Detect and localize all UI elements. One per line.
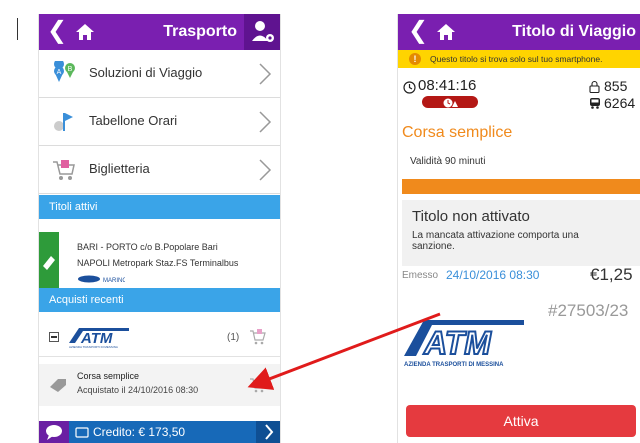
recent-group-atm[interactable]: ATM AZIENDA TRASPORTI DI MESSINA (1) bbox=[39, 317, 280, 357]
recent-item-date: Acquistato il 24/10/2016 08:30 bbox=[77, 385, 199, 395]
map-pin-ab-icon: A B bbox=[54, 61, 75, 82]
timer-warning-icon bbox=[443, 98, 458, 108]
ticket-route-line1: BARI - PORTO c/o B.Popolare Bari bbox=[77, 242, 218, 252]
chevron-right-icon bbox=[259, 111, 272, 133]
ticket-code-1: 855 bbox=[604, 78, 628, 94]
status-pill bbox=[422, 96, 478, 108]
departure-board-icon bbox=[54, 113, 73, 131]
active-ticket-card[interactable]: BARI - PORTO c/o B.Popolare Bari NAPOLI … bbox=[39, 232, 280, 292]
recent-item[interactable]: Corsa semplice Acquistato il 24/10/2016 … bbox=[39, 364, 280, 406]
menu-item-ticketing[interactable]: Biglietteria bbox=[39, 146, 280, 194]
atm-logo-subtitle: AZIENDA TRASPORTI DI MESSINA bbox=[404, 362, 504, 368]
user-settings-icon bbox=[252, 21, 274, 42]
cart-icon[interactable] bbox=[249, 376, 267, 394]
recent-count: (1) bbox=[227, 332, 240, 343]
atm-logo-graphic: ATM bbox=[404, 320, 524, 362]
text-cursor bbox=[17, 18, 18, 40]
cart-icon[interactable] bbox=[249, 328, 267, 346]
credit-bar[interactable]: Credito: € 173,50 bbox=[39, 421, 280, 443]
wallet-icon bbox=[75, 427, 89, 438]
ticket-code-2: 6264 bbox=[604, 95, 636, 111]
svg-text:B: B bbox=[68, 66, 73, 73]
menu-item-label: Tabellone Orari bbox=[89, 113, 178, 128]
home-icon[interactable] bbox=[436, 22, 456, 42]
top-bar: ❮ Trasporto bbox=[39, 14, 280, 50]
chat-bubble-icon bbox=[46, 425, 62, 440]
activate-button[interactable]: Attiva bbox=[406, 405, 636, 437]
status-description: La mancata attivazione comporta una sanz… bbox=[412, 230, 579, 252]
user-settings-button[interactable] bbox=[244, 14, 280, 50]
home-icon[interactable] bbox=[75, 22, 95, 42]
svg-text:ATM: ATM bbox=[423, 325, 492, 361]
svg-text:AZIENDA TRASPORTI DI MESSINA: AZIENDA TRASPORTI DI MESSINA bbox=[69, 345, 118, 349]
chevron-right-icon bbox=[265, 424, 274, 440]
chat-icon[interactable] bbox=[39, 421, 69, 443]
issued-label: Emesso bbox=[402, 270, 439, 281]
credit-next-button[interactable] bbox=[256, 421, 280, 443]
menu-item-label: Biglietteria bbox=[89, 161, 150, 176]
ticket-icon bbox=[43, 256, 55, 270]
section-header-recent: Acquisti recenti bbox=[39, 288, 280, 312]
clock-icon bbox=[403, 81, 416, 94]
ticket-status-strip bbox=[39, 232, 59, 292]
warning-banner: ! Questo titolo si trova solo sul tuo sm… bbox=[398, 50, 640, 68]
warning-text: Questo titolo si trova solo sul tuo smar… bbox=[430, 54, 603, 64]
marino-logo: MARINO bbox=[78, 275, 125, 284]
menu-item-label: Soluzioni di Viaggio bbox=[89, 65, 203, 80]
ticket-detail-screen: ❮ Titolo di Viaggio ! Questo titolo si t… bbox=[397, 14, 640, 443]
transport-screen: ❮ Trasporto A B Soluzioni di Viaggio Tab… bbox=[38, 14, 281, 443]
bus-icon bbox=[590, 98, 600, 109]
fare-title: Corsa semplice bbox=[402, 124, 513, 141]
activation-status-box: Titolo non attivato La mancata attivazio… bbox=[402, 200, 640, 266]
issued-date: 24/10/2016 08:30 bbox=[446, 268, 540, 282]
collapse-icon[interactable] bbox=[49, 332, 59, 342]
validity-text: Validità 90 minuti bbox=[410, 156, 486, 167]
svg-text:A: A bbox=[57, 69, 62, 76]
ticket-route-line2: NAPOLI Metropark Staz.FS Terminalbus bbox=[77, 258, 239, 268]
menu-item-travel-solutions[interactable]: A B Soluzioni di Viaggio bbox=[39, 50, 280, 98]
atm-logo: ATM AZIENDA TRASPORTI DI MESSINA bbox=[402, 314, 528, 374]
ticket-time: 08:41:16 bbox=[418, 77, 477, 94]
chevron-left-icon[interactable]: ❮ bbox=[47, 17, 67, 45]
atm-logo: ATM AZIENDA TRASPORTI DI MESSINA bbox=[69, 328, 129, 349]
credit-amount: Credito: € 173,50 bbox=[93, 425, 186, 439]
validity-progress-bar bbox=[402, 179, 640, 194]
page-title: Trasporto bbox=[163, 23, 237, 40]
menu-item-timetable[interactable]: Tabellone Orari bbox=[39, 98, 280, 146]
ticket-number: #27503/23 bbox=[548, 301, 629, 320]
shopping-cart-icon bbox=[53, 160, 75, 180]
ticket-tag-icon bbox=[50, 379, 66, 392]
recent-item-name: Corsa semplice bbox=[77, 371, 140, 381]
ticket-price: €1,25 bbox=[590, 265, 633, 284]
chevron-left-icon[interactable]: ❮ bbox=[408, 17, 428, 45]
status-title: Titolo non attivato bbox=[412, 208, 530, 225]
svg-text:MARINO: MARINO bbox=[103, 278, 125, 284]
chevron-right-icon bbox=[259, 159, 272, 181]
section-header-active: Titoli attivi bbox=[39, 195, 280, 219]
page-title: Titolo di Viaggio bbox=[512, 23, 636, 40]
lock-icon bbox=[589, 80, 600, 93]
chevron-right-icon bbox=[259, 63, 272, 85]
exclamation-icon: ! bbox=[409, 53, 421, 65]
top-bar: ❮ Titolo di Viaggio bbox=[398, 14, 640, 50]
